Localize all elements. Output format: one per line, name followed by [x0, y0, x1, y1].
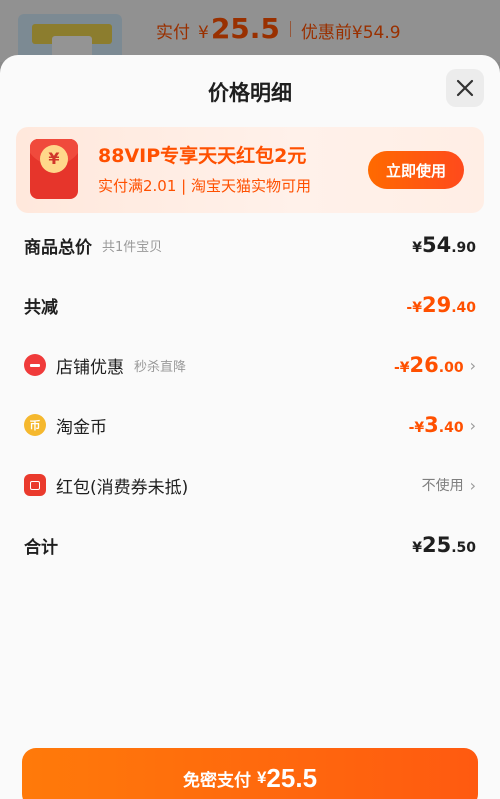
- pay-button-label: 免密支付: [182, 770, 251, 790]
- shop-discount-note: 秒杀直降: [134, 359, 187, 375]
- chevron-right-icon: ›: [469, 355, 476, 375]
- row-shop-discount[interactable]: 店铺优惠 秒杀直降 -¥ 26 .00 ›: [24, 345, 476, 385]
- close-icon: [456, 79, 474, 97]
- row-red-packet[interactable]: 红包(消费券未抵) 不使用 ›: [24, 465, 476, 505]
- total-reduce-label: 共减: [24, 297, 58, 318]
- sum-label: 合计: [24, 537, 58, 558]
- sum-currency: ¥: [412, 540, 422, 556]
- total-reduce-currency: -¥: [406, 300, 422, 316]
- total-reduce-int: 29: [421, 293, 452, 317]
- shop-discount-int: 26: [409, 353, 439, 377]
- goods-total-int: 54: [421, 233, 452, 257]
- red-envelope-icon: ¥: [30, 139, 78, 199]
- taojinbi-int: 3: [424, 413, 439, 437]
- pay-button-currency: ¥: [256, 768, 267, 787]
- shop-discount-icon: [24, 354, 46, 376]
- coin-icon: 币: [24, 414, 46, 436]
- chevron-right-icon: ›: [469, 475, 476, 495]
- taojinbi-label: 淘金币: [56, 417, 107, 438]
- goods-count-note: 共1件宝贝: [102, 239, 163, 255]
- red-packet-label: 红包(消费券未抵): [56, 477, 189, 498]
- total-reduce-dec: .40: [451, 300, 476, 316]
- row-taojinbi[interactable]: 币 淘金币 -¥ 3 .40 ›: [24, 405, 476, 445]
- password-free-pay-button[interactable]: 免密支付 ¥ 25.5: [22, 748, 478, 799]
- row-sum: 合计 ¥ 25 .50: [24, 525, 476, 565]
- goods-total-label: 商品总价: [24, 237, 92, 258]
- shop-discount-label: 店铺优惠: [56, 357, 124, 378]
- price-detail-sheet: 价格明细 ¥ 88VIP专享天天红包2元 实付满2.01 | 淘宝天猫实物可用 …: [0, 55, 500, 799]
- goods-total-dec: .90: [451, 240, 476, 256]
- vip-banner-subtitle: 实付满2.01 | 淘宝天猫实物可用: [98, 177, 311, 195]
- sum-int: 25: [421, 533, 452, 557]
- pay-button-amount: 25.5: [266, 762, 318, 793]
- envelope-coin: ¥: [40, 145, 68, 173]
- use-now-button[interactable]: 立即使用: [368, 151, 464, 189]
- sum-dec: .50: [451, 540, 476, 556]
- vip-banner-title: 88VIP专享天天红包2元: [98, 145, 307, 167]
- row-goods-total: 商品总价 共1件宝贝 ¥ 54 .90: [24, 225, 476, 265]
- close-button[interactable]: [446, 69, 484, 107]
- sheet-title: 价格明细: [208, 81, 292, 105]
- red-packet-icon: [24, 474, 46, 496]
- overlay-dim[interactable]: [0, 0, 500, 62]
- chevron-right-icon: ›: [469, 415, 476, 435]
- goods-total-currency: ¥: [412, 240, 422, 256]
- shop-discount-dec: .00: [438, 360, 464, 376]
- vip-redpacket-banner: ¥ 88VIP专享天天红包2元 实付满2.01 | 淘宝天猫实物可用 立即使用: [16, 127, 484, 213]
- taojinbi-currency: -¥: [408, 420, 425, 436]
- red-packet-value: 不使用: [421, 478, 464, 494]
- taojinbi-dec: .40: [438, 420, 464, 436]
- row-total-reduce: 共减 -¥ 29 .40: [24, 285, 476, 325]
- shop-discount-currency: -¥: [393, 360, 410, 376]
